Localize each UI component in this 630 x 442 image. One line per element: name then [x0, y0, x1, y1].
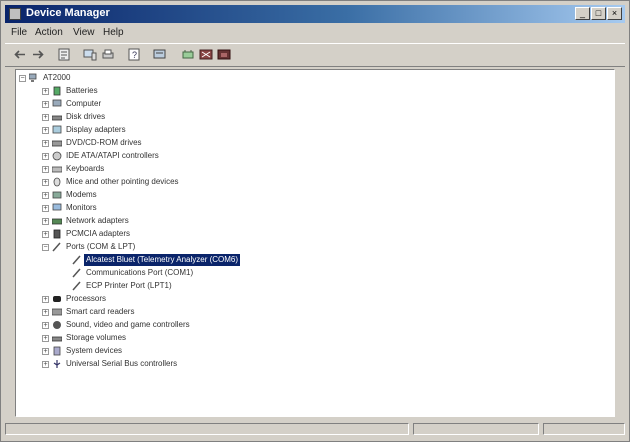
modem-icon [52, 191, 62, 199]
computer-icon [52, 99, 62, 107]
expand-toggle[interactable]: + [42, 101, 49, 108]
device-manager-window: Device Manager _ □ × File Action View He… [0, 0, 630, 442]
expand-toggle[interactable]: + [42, 231, 49, 238]
device-tree: − AT2000 + Batteries + Computer + Disk driv… [15, 69, 615, 417]
status-panel-main [5, 423, 409, 435]
tree-category-label: System devices [66, 346, 123, 355]
tree-category-label: Mice and other pointing devices [66, 177, 179, 186]
tree-category-label: Processors [66, 294, 107, 303]
tree-root-label: AT2000 [43, 73, 71, 82]
menu-help[interactable]: Help [103, 27, 124, 38]
tree-category-label: PCMCIA adapters [66, 229, 131, 238]
close-button[interactable]: × [607, 7, 622, 20]
tree-category-label: Computer [66, 99, 102, 108]
tree-category-label: Sound, video and game controllers [66, 320, 190, 329]
expand-toggle[interactable]: + [42, 296, 49, 303]
pcmcia-icon [53, 229, 61, 239]
network-adapter-icon [52, 218, 62, 225]
tree-category-label: IDE ATA/ATAPI controllers [66, 151, 159, 160]
disable-icon[interactable] [199, 48, 213, 61]
keyboard-icon [52, 166, 62, 173]
window-controls: _ □ × [575, 7, 622, 20]
menu-file[interactable]: File [11, 27, 27, 38]
svg-text:?: ? [132, 50, 137, 60]
expand-toggle[interactable]: + [42, 179, 49, 186]
port-icon [72, 255, 81, 265]
title-bar[interactable]: Device Manager _ □ × [5, 5, 625, 23]
tree-category-label: Keyboards [66, 164, 105, 173]
tree-category-label: Disk drives [66, 112, 106, 121]
port-icon [52, 242, 61, 252]
tree-category-label: DVD/CD-ROM drives [66, 138, 142, 147]
uninstall-icon[interactable] [217, 48, 231, 61]
computer-icon [29, 73, 37, 82]
menu-view[interactable]: View [73, 27, 95, 38]
expand-toggle[interactable]: + [42, 114, 49, 121]
display-adapter-icon [52, 125, 62, 134]
tree-category-label: Display adapters [66, 125, 126, 134]
status-bar [5, 421, 625, 437]
window-title: Device Manager [26, 7, 110, 19]
status-panel-secondary [413, 423, 539, 435]
tree-category-label: Batteries [66, 86, 98, 95]
expand-toggle[interactable]: + [42, 166, 49, 173]
print-icon[interactable] [101, 48, 115, 61]
forward-arrow-icon[interactable] [31, 48, 45, 61]
expand-toggle[interactable]: + [42, 309, 49, 316]
help-icon[interactable]: ? [127, 48, 141, 61]
expand-toggle[interactable]: + [42, 205, 49, 212]
maximize-button[interactable]: □ [591, 7, 606, 20]
expand-toggle[interactable]: + [42, 140, 49, 147]
menu-action[interactable]: Action [35, 27, 63, 38]
expand-toggle[interactable]: + [42, 218, 49, 225]
tree-device-label: ECP Printer Port (LPT1) [86, 281, 172, 290]
storage-volume-icon [52, 336, 62, 342]
collapse-toggle[interactable]: − [42, 244, 49, 251]
toolbar: ? [5, 43, 625, 67]
back-arrow-icon[interactable] [13, 48, 27, 61]
tree-category-label: Ports (COM & LPT) [66, 242, 136, 251]
mouse-icon [53, 177, 61, 187]
expand-toggle[interactable]: + [42, 361, 49, 368]
expand-toggle[interactable]: + [42, 88, 49, 95]
tree-device-label: Alcatest Bluet (Telemetry Analyzer (COM6… [84, 254, 241, 266]
collapse-toggle[interactable]: − [19, 75, 26, 82]
properties-icon[interactable] [57, 48, 71, 61]
menu-bar: File Action View Help [5, 25, 625, 41]
status-panel-tertiary [543, 423, 625, 435]
smart-card-reader-icon [52, 308, 62, 316]
minimize-button[interactable]: _ [575, 7, 590, 20]
sound-icon [53, 321, 61, 329]
monitor-icon [52, 203, 62, 211]
ide-controller-icon [52, 151, 62, 161]
tree-category-label: Smart card readers [66, 307, 135, 316]
disk-drive-icon [52, 115, 62, 121]
tree-category-label: Modems [66, 190, 97, 199]
expand-toggle[interactable]: + [42, 127, 49, 134]
tree-category-label: Storage volumes [66, 333, 127, 342]
expand-toggle[interactable]: + [42, 322, 49, 329]
tree-category-label: Monitors [66, 203, 97, 212]
port-icon [72, 268, 81, 278]
update-driver-icon[interactable] [181, 48, 195, 61]
scan-hardware-icon[interactable] [153, 48, 167, 61]
usb-icon [53, 360, 61, 368]
expand-toggle[interactable]: + [42, 192, 49, 199]
expand-toggle[interactable]: + [42, 153, 49, 160]
system-device-icon [53, 346, 61, 356]
tree-category-label: Network adapters [66, 216, 129, 225]
port-icon [72, 281, 81, 291]
expand-toggle[interactable]: + [42, 335, 49, 342]
computer-icon[interactable] [83, 48, 97, 61]
expand-toggle[interactable]: + [42, 348, 49, 355]
tree-device-label: Communications Port (COM1) [86, 268, 194, 277]
device-manager-icon [9, 8, 21, 20]
tree-category-label: Universal Serial Bus controllers [66, 359, 178, 368]
battery-icon [53, 86, 61, 96]
processor-icon [53, 296, 61, 302]
cd-drive-icon [52, 140, 62, 147]
